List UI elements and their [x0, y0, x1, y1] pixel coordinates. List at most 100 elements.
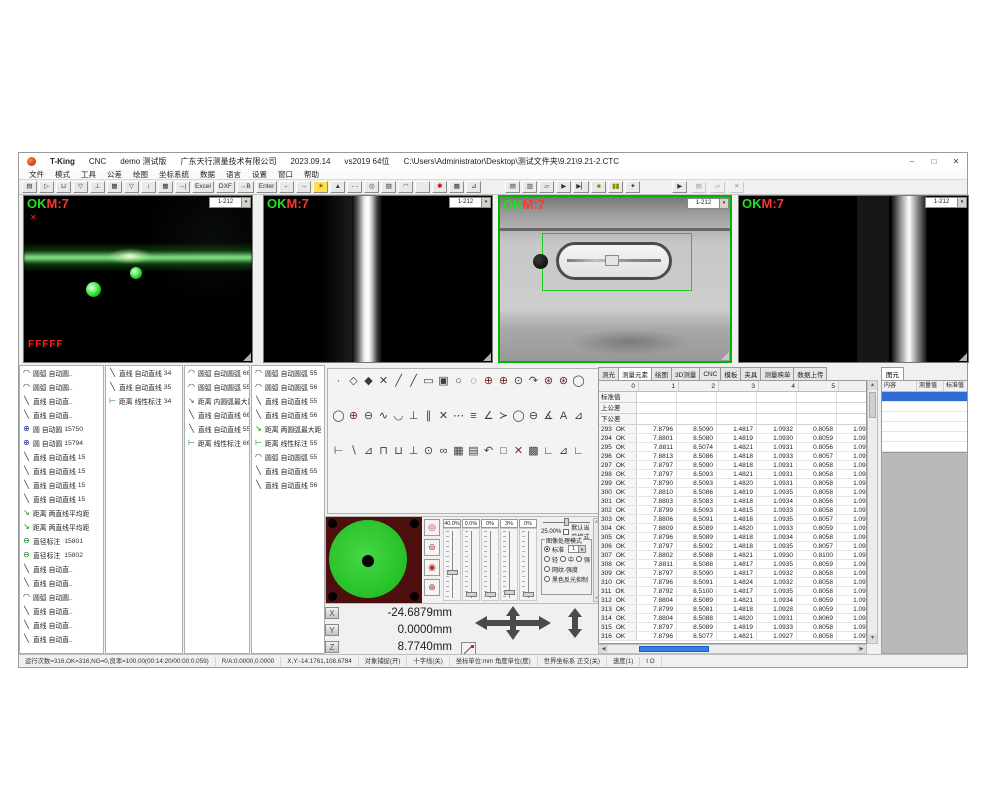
menu-item[interactable]: 设置: [252, 169, 267, 180]
toolbar-button[interactable]: ▷: [39, 181, 54, 193]
geo-tool-icon[interactable]: ◇: [347, 375, 360, 388]
table-row[interactable]: 298OK 7.8797 8.5093 1.4821 1.0931 0.8058…: [599, 470, 866, 479]
geo-tool-icon[interactable]: ∡: [542, 410, 555, 423]
geo-tool-icon[interactable]: ⊿: [362, 445, 375, 458]
scroll-right-icon[interactable]: ▶: [857, 645, 866, 653]
toolbar-button[interactable]: ▦: [107, 181, 122, 193]
feature-list-item[interactable]: ◠ 圆弧 自动圆..: [20, 366, 103, 380]
results-tab[interactable]: CNC: [699, 367, 721, 380]
feature-list-item[interactable]: ◠ 圆弧 自动圆弧 56: [252, 380, 324, 394]
table-row[interactable]: 312OK 7.8804 8.5089 1.4821 1.0934 0.8059…: [599, 596, 866, 605]
menu-item[interactable]: 数据: [200, 169, 215, 180]
mode-mesh-radio[interactable]: [544, 566, 550, 572]
geo-tool-icon[interactable]: ∿: [377, 410, 390, 423]
feature-list-item[interactable]: ⊢ 距离 线性标注 66: [185, 436, 249, 450]
table-row[interactable]: 305OK 7.8796 8.5089 1.4818 1.0934 0.8058…: [599, 533, 866, 542]
geo-tool-icon[interactable]: ⊕: [347, 410, 360, 423]
geo-tool-icon[interactable]: ⊓: [377, 445, 390, 458]
toolbar-right-button[interactable]: ▶: [672, 181, 687, 193]
ring-light-inner-icon[interactable]: ◉: [424, 559, 440, 576]
toolbar-button[interactable]: →B: [237, 181, 254, 193]
feature-list-item[interactable]: ╲ 直线 自动直线 55: [252, 394, 324, 408]
minimize-button[interactable]: –: [901, 153, 923, 169]
table-row[interactable]: 296OK 7.8813 8.5086 1.4818 1.0933 0.8057…: [599, 452, 866, 461]
toolbar-button[interactable]: ▦: [158, 181, 173, 193]
feature-list-item[interactable]: ╲ 直线 自动直..: [20, 604, 103, 618]
mode-mid-radio[interactable]: [560, 556, 566, 562]
results-tab[interactable]: 测光: [598, 367, 619, 380]
feature-list-item[interactable]: ╲ 直线 自动直..: [20, 408, 103, 422]
mode-standard-radio[interactable]: [544, 546, 550, 552]
mode-level-combobox[interactable]: 1▾: [568, 545, 586, 553]
toolbar-run-button[interactable]: ▶: [556, 181, 571, 193]
element-row[interactable]: [882, 402, 967, 412]
feature-list-item[interactable]: ⊕ 圆 自动圆 15794: [20, 436, 103, 450]
feature-list-item[interactable]: ╲ 直线 自动直线 15: [20, 478, 103, 492]
toolbar-button[interactable]: ◎: [364, 181, 379, 193]
toolbar-button[interactable]: ▽: [73, 181, 88, 193]
geo-tool-icon[interactable]: ╱: [392, 375, 405, 388]
toolbar-run-button[interactable]: ▮▮: [608, 181, 623, 193]
geo-tool-icon[interactable]: A: [557, 410, 570, 423]
feature-list-item[interactable]: ╲ 直线 自动直线 34: [106, 366, 182, 380]
chevron-down-icon[interactable]: ▾: [719, 199, 728, 208]
geo-tool-icon[interactable]: ⊕: [482, 375, 495, 388]
table-row[interactable]: 304OK 7.8809 8.5089 1.4820 1.0933 0.8059…: [599, 524, 866, 533]
geo-tool-icon[interactable]: ∖: [347, 445, 360, 458]
geo-tool-icon[interactable]: ◌: [467, 375, 480, 388]
light-slider-track[interactable]: [481, 528, 499, 601]
geo-tool-icon[interactable]: ○: [452, 375, 465, 388]
chevron-down-icon[interactable]: ▾: [481, 198, 490, 207]
toolbar-run-button[interactable]: ▱: [539, 181, 554, 193]
geo-tool-icon[interactable]: ╱: [407, 375, 420, 388]
camera-pane-2[interactable]: OKM:7 1-212▾: [263, 195, 493, 363]
geo-tool-icon[interactable]: ⊙: [512, 375, 525, 388]
geo-tool-icon[interactable]: ▣: [437, 375, 450, 388]
light-slider-track[interactable]: [443, 528, 461, 601]
toolbar-button[interactable]: DXF: [216, 181, 235, 193]
feature-list-item[interactable]: ╲ 直线 自动直线 55: [252, 464, 324, 478]
feature-list-item[interactable]: ◠ 圆弧 自动圆弧 55: [185, 380, 249, 394]
light-slider-thumb[interactable]: [485, 592, 496, 597]
table-row[interactable]: 297OK 7.8797 8.5090 1.4818 1.0931 0.8058…: [599, 461, 866, 470]
menu-item[interactable]: 坐标系统: [159, 169, 189, 180]
toolbar-button[interactable]: ⊔: [56, 181, 71, 193]
geo-tool-icon[interactable]: ∞: [437, 445, 450, 458]
camera-pane-4[interactable]: OKM:7 1-212▾: [738, 195, 969, 363]
feature-list-item[interactable]: ◠ 圆弧 自动圆弧 66: [185, 366, 249, 380]
scrollbar-thumb[interactable]: [869, 392, 876, 418]
chevron-down-icon[interactable]: ▾: [241, 198, 250, 207]
ring-light-all-icon[interactable]: ◎: [424, 519, 440, 536]
results-special-row[interactable]: 下公差: [599, 414, 866, 425]
geo-tool-icon[interactable]: ·: [332, 375, 345, 388]
feature-list-item[interactable]: ╲ 直线 自动直线 66: [185, 408, 249, 422]
feature-list-item[interactable]: ↘ 距离 内圆弧最大距: [185, 394, 249, 408]
geo-tool-icon[interactable]: ▤: [467, 445, 480, 458]
table-row[interactable]: 300OK 7.8810 8.5086 1.4819 1.0935 0.8058…: [599, 488, 866, 497]
table-row[interactable]: 306OK 7.8797 8.5092 1.4818 1.0935 0.8057…: [599, 542, 866, 551]
toolbar-button[interactable]: ▨: [381, 181, 396, 193]
close-button[interactable]: ✕: [945, 153, 967, 169]
menu-item[interactable]: 帮助: [304, 169, 319, 180]
toolbar-button[interactable]: →|: [175, 181, 190, 193]
toolbar-button[interactable]: ↕: [141, 181, 156, 193]
feature-list-item[interactable]: ◠ 圆弧 自动圆..: [20, 380, 103, 394]
resize-handle-icon[interactable]: [721, 352, 729, 360]
geo-tool-icon[interactable]: ◯: [512, 410, 525, 423]
brightness-slider[interactable]: [541, 518, 592, 527]
geo-tool-icon[interactable]: ✕: [512, 445, 525, 458]
element-row-selected[interactable]: [882, 392, 967, 402]
toolbar-button[interactable]: Enter: [256, 181, 278, 193]
geo-tool-icon[interactable]: ⊥: [407, 410, 420, 423]
geo-tool-icon[interactable]: ◆: [362, 375, 375, 388]
table-row[interactable]: 310OK 7.8796 8.5091 1.4824 1.0932 0.8058…: [599, 578, 866, 587]
toolbar-run-button[interactable]: ▤: [505, 181, 520, 193]
geo-tool-icon[interactable]: ◯: [572, 375, 585, 388]
feature-list-item[interactable]: ⊖ 直径标注 15802: [20, 548, 103, 562]
menu-item[interactable]: 文件: [29, 169, 44, 180]
toolbar-button[interactable]: ✱: [432, 181, 447, 193]
scroll-down-icon[interactable]: ▼: [868, 634, 877, 643]
toolbar-run-button[interactable]: ▶▏: [573, 181, 589, 193]
toolbar-button[interactable]: ▽: [124, 181, 139, 193]
ring-light-preview[interactable]: [326, 517, 422, 603]
